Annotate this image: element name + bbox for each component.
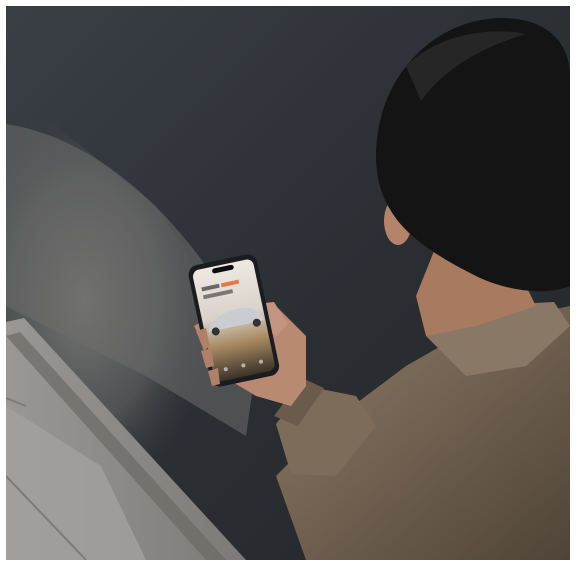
photo-scene [6,6,570,560]
photo [6,6,570,560]
